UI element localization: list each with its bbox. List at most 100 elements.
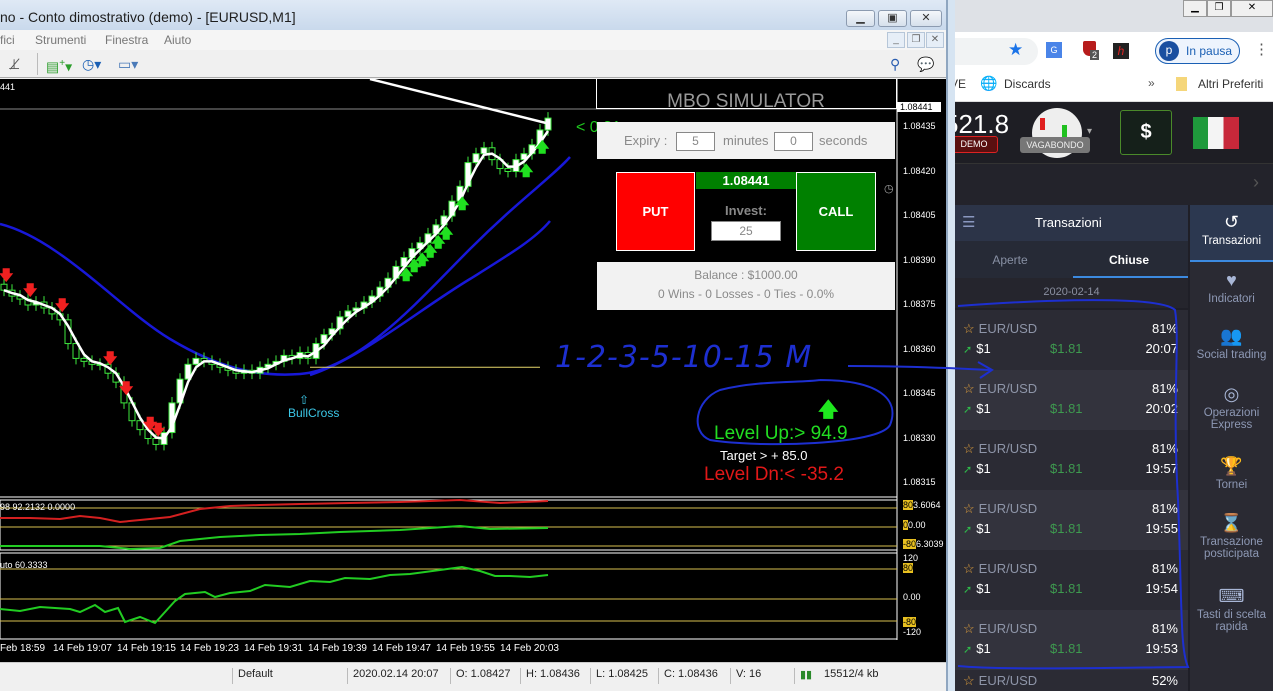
bullcross-label: BullCross xyxy=(288,406,340,420)
minutes-label: minutes xyxy=(723,133,769,148)
expiry-minutes-input[interactable]: 5 xyxy=(676,132,715,151)
trade-row[interactable]: ☆ EUR/USD 81% ➚ $1 $1.81 19:57 xyxy=(955,430,1188,490)
crosshair-icon[interactable]: ⊥̸ xyxy=(8,54,20,74)
trade-row[interactable]: ☆ EUR/USD 81% ➚ $1 $1.81 19:53 xyxy=(955,610,1188,670)
trade-percent: 81% xyxy=(1151,621,1178,636)
templates-icon[interactable]: ▭▾ xyxy=(118,54,138,74)
expiry-panel: Expiry : 5 minutes 0 seconds xyxy=(597,122,895,159)
maximize-button[interactable]: ▣ xyxy=(878,10,907,27)
bookmark-discards[interactable]: Discards xyxy=(1004,77,1051,91)
trade-time: 19:54 xyxy=(1145,581,1178,596)
close-button[interactable]: ✕ xyxy=(910,10,942,27)
star-icon[interactable]: ☆ xyxy=(963,561,975,576)
browser-close-button[interactable]: ✕ xyxy=(1231,0,1273,17)
translate-extension-icon[interactable]: G xyxy=(1046,42,1062,58)
trade-row[interactable]: ☆ EUR/USD 81% ➚ $1 $1.81 19:54 xyxy=(955,550,1188,610)
sell-arrow-icon: 🡇 xyxy=(119,380,134,396)
trade-percent: 81% xyxy=(1151,441,1178,456)
browser-minimize-button[interactable]: ▁ xyxy=(1183,0,1207,17)
sidebar-label: Transazione posticipata xyxy=(1200,536,1263,560)
level-dn-text: Level Dn:< -35.2 xyxy=(704,464,844,485)
trade-amount: ➚ $1 xyxy=(963,521,991,536)
price-axis-label: 1.08330 xyxy=(903,432,936,443)
star-icon[interactable]: ☆ xyxy=(963,321,975,336)
sidebar-label: Tornei xyxy=(1215,479,1248,491)
time-axis-label: Feb 18:59 xyxy=(0,643,46,654)
invest-input[interactable]: 25 xyxy=(711,221,781,241)
profile-button[interactable]: p In pausa xyxy=(1155,38,1240,64)
trade-row[interactable]: ☆ EUR/USD 81% ➚ $1 $1.81 20:02 xyxy=(955,370,1188,430)
browser-menu-icon[interactable]: ⋮ xyxy=(1254,40,1269,58)
current-price-display: 1.08441 xyxy=(696,172,796,189)
trade-row[interactable]: ☆ EUR/USD 81% ➚ $1 $1.81 20:07 xyxy=(955,310,1188,370)
indicators-add-icon[interactable]: ▤+▾ xyxy=(46,54,72,75)
sidebar-item-tornei[interactable]: 🏆 Tornei xyxy=(1190,456,1273,491)
bookmark-altri-preferiti[interactable]: Altri Preferiti xyxy=(1198,77,1263,91)
sidebar-item-tasti-scelta-rapida[interactable]: ⌨ Tasti di scelta rapida xyxy=(1190,586,1273,633)
more-bookmarks-icon[interactable]: » xyxy=(1148,76,1155,90)
candle xyxy=(192,357,200,365)
child-minimize-button[interactable]: _ xyxy=(887,32,905,48)
price-axis-label: 1.08405 xyxy=(903,210,936,220)
trade-row[interactable]: ☆ EUR/USD 81% ➚ $1 $1.81 19:55 xyxy=(955,490,1188,550)
list-icon[interactable]: ☰ xyxy=(962,213,975,231)
child-close-button[interactable]: ✕ xyxy=(926,32,944,48)
profile-status: In pausa xyxy=(1186,44,1233,58)
minimize-button[interactable]: ▁ xyxy=(846,10,875,27)
deposit-button[interactable]: $ xyxy=(1120,110,1172,155)
trade-row[interactable]: ☆ EUR/USD 52% xyxy=(955,670,1188,691)
menu-aiuto[interactable]: Aiuto xyxy=(164,33,191,47)
price-axis-label: 1.08390 xyxy=(903,254,936,265)
menu-strumenti[interactable]: Strumenti xyxy=(35,33,86,47)
handwritten-timeframes: 1-2-3-5-10-15 M xyxy=(555,340,813,375)
sidebar-item-social-trading[interactable]: 👥 Social trading xyxy=(1190,326,1273,361)
candle xyxy=(80,357,88,362)
sidebar-item-operazioni-express[interactable]: ◎ Operazioni Express xyxy=(1190,384,1273,431)
ind2-green-line xyxy=(0,565,549,625)
demo-badge[interactable]: DEMO xyxy=(950,136,998,153)
star-icon[interactable]: ☆ xyxy=(963,381,975,396)
avatar-candle-red xyxy=(1040,118,1045,130)
trade-percent: 81% xyxy=(1151,321,1178,336)
pair-text: EUR/USD xyxy=(978,673,1038,688)
child-restore-button[interactable]: ❐ xyxy=(907,32,925,48)
h-extension-icon[interactable]: h xyxy=(1113,43,1129,59)
star-icon[interactable]: ☆ xyxy=(963,673,975,688)
amount-text: $1 xyxy=(976,461,991,476)
search-icon[interactable]: ⚲ xyxy=(890,54,900,74)
status-datetime: 2020.02.14 20:07 xyxy=(347,668,447,684)
window-title: no - Conto dimostrativo (demo) - [EURUSD… xyxy=(0,9,296,25)
expiry-seconds-input[interactable]: 0 xyxy=(774,132,813,151)
star-icon[interactable]: ☆ xyxy=(963,501,975,516)
star-icon[interactable]: ☆ xyxy=(963,441,975,456)
sidebar-item-transazioni[interactable]: ↺ Transazioni xyxy=(1190,212,1273,247)
star-icon[interactable]: ☆ xyxy=(963,621,975,636)
clock-icon: ◷ xyxy=(884,183,894,195)
expiry-label: Expiry : xyxy=(624,133,668,148)
sidebar-label: Indicatori xyxy=(1208,293,1255,305)
time-axis-label: 14 Feb 19:07 xyxy=(53,643,112,654)
chat-icon[interactable]: 💬 xyxy=(917,54,934,74)
avatar-dropdown-icon[interactable]: ▾ xyxy=(1087,126,1092,137)
sidebar-item-indicatori[interactable]: ♥ Indicatori xyxy=(1190,270,1273,305)
price-axis-label: 1.08435 xyxy=(903,121,936,131)
ind2-axis-mid: 0.00 xyxy=(903,592,921,602)
bookmark-star-icon[interactable]: ★ xyxy=(1008,40,1023,60)
periods-clock-icon[interactable]: ◷▾ xyxy=(82,54,101,74)
tab-chiuse[interactable]: Chiuse xyxy=(1073,253,1185,267)
window-border xyxy=(948,0,955,691)
put-button[interactable]: PUT xyxy=(616,172,695,251)
call-button[interactable]: CALL xyxy=(796,172,876,251)
trade-time: 20:02 xyxy=(1145,401,1178,416)
sidebar-item-transazione-posticipata[interactable]: ⌛ Transazione posticipata xyxy=(1190,513,1273,560)
menu-finestra[interactable]: Finestra xyxy=(105,33,148,47)
browser-restore-button[interactable]: ❐ xyxy=(1207,0,1231,17)
address-bar[interactable] xyxy=(950,38,1038,65)
trade-amount: ➚ $1 xyxy=(963,341,991,356)
tab-aperte[interactable]: Aperte xyxy=(955,253,1065,267)
italy-flag-icon[interactable] xyxy=(1193,117,1239,149)
ind1-level-80-tag: 80 xyxy=(903,500,914,510)
chevron-right-icon[interactable]: › xyxy=(1253,172,1259,193)
menu-grafici[interactable]: fici xyxy=(0,33,15,47)
trade-pair: ☆ EUR/USD xyxy=(963,673,1037,689)
